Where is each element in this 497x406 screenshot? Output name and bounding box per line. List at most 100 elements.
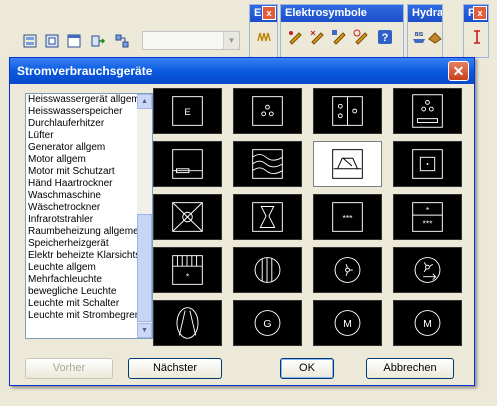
device-list[interactable]: Heisswassergerät allgemeinHeisswasserspe… <box>25 93 153 339</box>
chevron-down-icon[interactable]: ▼ <box>223 32 239 49</box>
svg-text:?: ? <box>382 32 389 44</box>
svg-text:E: E <box>184 107 190 118</box>
help-icon[interactable]: ? <box>375 27 395 47</box>
symbol-e-text-icon: E <box>172 96 203 126</box>
application-toolbar-area: ▼ E x Elektrosymbole ? Hydra BIS P x <box>0 0 497 62</box>
toolbar-hydra: Hydra BIS <box>407 4 443 58</box>
symbol-circle-lines-icon <box>176 307 199 339</box>
symbol-hourglass[interactable] <box>233 194 302 240</box>
toolbar-e: E x <box>249 4 278 58</box>
symbol-motor[interactable]: M <box>313 300 382 346</box>
list-item[interactable]: Leuchte allgem <box>26 262 138 274</box>
svg-text:***: *** <box>422 219 433 229</box>
symbol-hatched-star-icon: * <box>172 255 203 285</box>
symbol-hood[interactable] <box>313 141 382 187</box>
book-icon[interactable] <box>425 27 445 47</box>
symbol-square-dot[interactable] <box>393 141 462 187</box>
symbol-diamond-circle-icon <box>172 202 203 232</box>
symbol-star-stars[interactable]: * *** <box>393 194 462 240</box>
svg-text:***: *** <box>342 213 353 223</box>
symbol-striped-circle[interactable] <box>233 247 302 293</box>
symbol-square-dot-icon <box>412 149 443 179</box>
list-item[interactable]: Wäschetrockner <box>26 202 138 214</box>
toolbar-p: P x <box>463 4 489 58</box>
frame-icon[interactable] <box>42 31 62 51</box>
svg-text:BIS: BIS <box>415 32 424 38</box>
list-item[interactable]: Durchlauferhitzer <box>26 118 138 130</box>
svg-text:*: * <box>186 272 190 282</box>
symbol-hood-icon <box>332 149 363 179</box>
symbol-box-bar[interactable] <box>153 141 222 187</box>
symbol-circle-fan-arrow[interactable] <box>393 247 462 293</box>
edit-symbol-icon[interactable] <box>351 27 371 47</box>
scroll-up-icon[interactable]: ▲ <box>137 94 152 109</box>
group-icon[interactable] <box>112 31 132 51</box>
next-button[interactable]: Nächster <box>128 358 222 379</box>
list-item[interactable]: Mehrfachleuchte <box>26 274 138 286</box>
layer-select[interactable]: ▼ <box>142 31 240 50</box>
resistor-icon[interactable] <box>254 27 274 47</box>
symbol-split-dots-icon <box>332 96 363 126</box>
symbol-striped-circle-icon <box>254 257 281 283</box>
list-item[interactable]: Generator allgem <box>26 142 138 154</box>
symbol-motor-icon: M <box>334 310 361 336</box>
toolbar-elektrosymbole-title: Elektrosymbole <box>281 5 403 22</box>
cursor-text-icon[interactable] <box>467 27 487 47</box>
toolbar-p-close-button[interactable]: x <box>473 6 487 20</box>
symbol-generator-icon: G <box>254 310 281 336</box>
svg-text:M: M <box>343 318 352 330</box>
symbol-waves[interactable] <box>233 141 302 187</box>
list-item[interactable]: Heisswassergerät allgemein <box>26 94 138 106</box>
symbol-stars-icon: *** <box>332 202 363 232</box>
symbol-box-bar-icon <box>172 149 203 179</box>
symbol-generator[interactable]: G <box>233 300 302 346</box>
list-item[interactable]: Waschmaschine <box>26 190 138 202</box>
svg-text:G: G <box>263 318 271 330</box>
list-item[interactable]: Infrarotstrahler <box>26 214 138 226</box>
list-item[interactable]: Raumbeheizung allgemein <box>26 226 138 238</box>
list-item[interactable]: Leuchte mit Schalter <box>26 298 138 310</box>
device-list-scrollbar[interactable]: ▲ ▼ <box>137 94 152 338</box>
symbol-circle-fan-icon <box>334 257 361 283</box>
symbol-split-dots[interactable] <box>313 88 382 134</box>
spark-symbol-icon[interactable] <box>307 27 327 47</box>
prev-button[interactable]: Vorher <box>25 358 113 379</box>
symbol-three-dots[interactable] <box>233 88 302 134</box>
scrollbar-thumb[interactable] <box>137 214 152 322</box>
scroll-down-icon[interactable]: ▼ <box>137 323 152 338</box>
list-item[interactable]: Elektr beheizte Klarsichtscheibe <box>26 250 138 262</box>
device-list-items: Heisswassergerät allgemeinHeisswasserspe… <box>26 94 138 322</box>
list-item[interactable]: Lüfter <box>26 130 138 142</box>
cancel-button[interactable]: Abbrechen <box>366 358 454 379</box>
window-icon[interactable] <box>64 31 84 51</box>
symbol-circle-lines[interactable] <box>153 300 222 346</box>
list-item[interactable]: Händ Haartrockner <box>26 178 138 190</box>
symbol-hourglass-icon <box>252 202 283 232</box>
symbol-e-text[interactable]: E <box>153 88 222 134</box>
symbol-hatched-star[interactable]: * <box>153 247 222 293</box>
dialog-title: Stromverbrauchsgeräte <box>10 58 474 84</box>
layout-icon[interactable] <box>20 31 40 51</box>
symbol-motor-2-icon: M <box>414 310 441 336</box>
symbol-dots-bar[interactable] <box>393 88 462 134</box>
symbol-circle-fan[interactable] <box>313 247 382 293</box>
tool-symbol-icon[interactable] <box>329 27 349 47</box>
svg-text:*: * <box>426 205 430 215</box>
ok-button[interactable]: OK <box>280 358 334 379</box>
symbol-circle-fan-arrow-icon <box>414 257 441 283</box>
list-item[interactable]: Leuchte mit Strombegrenzer <box>26 310 138 322</box>
svg-text:M: M <box>423 318 432 330</box>
move-icon[interactable] <box>88 31 108 51</box>
pen-symbol-icon[interactable] <box>285 27 305 47</box>
symbol-stars[interactable]: *** <box>313 194 382 240</box>
list-item[interactable]: Motor allgem <box>26 154 138 166</box>
list-item[interactable]: Motor mit Schutzart <box>26 166 138 178</box>
symbol-diamond-circle[interactable] <box>153 194 222 240</box>
list-item[interactable]: bewegliche Leuchte <box>26 286 138 298</box>
dialog-close-button[interactable]: ✕ <box>448 61 469 81</box>
toolbar-e-close-button[interactable]: x <box>262 6 276 20</box>
symbol-motor-2[interactable]: M <box>393 300 462 346</box>
symbol-three-dots-icon <box>252 96 283 126</box>
list-item[interactable]: Speicherheizgerät <box>26 238 138 250</box>
list-item[interactable]: Heisswasserspeicher <box>26 106 138 118</box>
